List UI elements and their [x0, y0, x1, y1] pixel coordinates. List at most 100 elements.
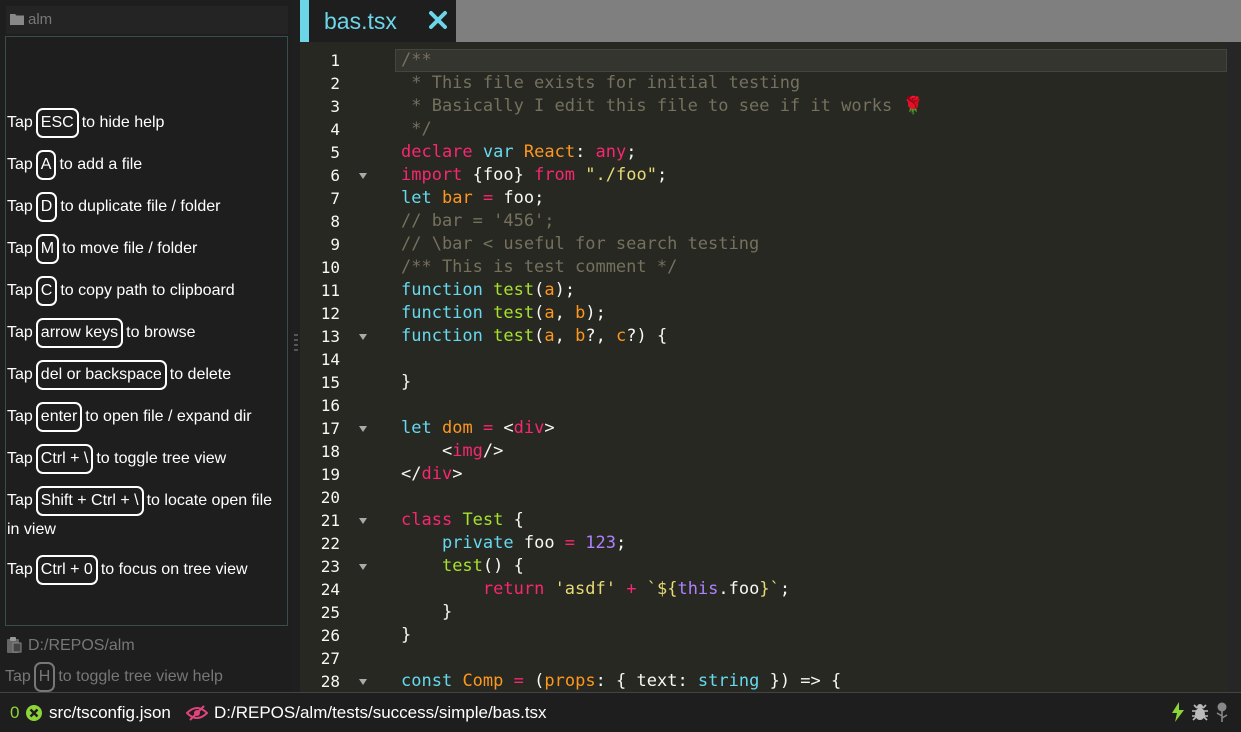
code-token: div [421, 464, 453, 484]
help-line: Tap Shift + Ctrl + \ to locate open file i… [7, 486, 279, 543]
tree-root-folder[interactable]: alm [6, 6, 288, 34]
tsconfig-path[interactable]: src/tsconfig.json [49, 703, 171, 723]
line-number: 18 [320, 442, 340, 461]
code-token: > [544, 418, 555, 438]
code-token: Comp [462, 671, 504, 691]
help-text: to delete [169, 366, 232, 383]
help-line: Tap Ctrl + 0 to focus on tree view [7, 555, 248, 585]
code-token: } [401, 602, 453, 622]
bolt-icon[interactable] [1172, 702, 1184, 722]
help-text: to hide help [81, 114, 165, 131]
help-text: to copy path to clipboard [60, 282, 235, 299]
code-token: () { [482, 556, 524, 576]
line-number: 5 [330, 143, 340, 162]
help-prefix: Tap [7, 366, 33, 383]
eye-slash-icon [186, 705, 208, 721]
line-number: 28 [320, 672, 340, 691]
fold-arrow-icon[interactable] [359, 426, 368, 432]
fold-arrow-icon[interactable] [359, 564, 368, 570]
code-token: ( [523, 671, 545, 691]
line-number: 14 [320, 350, 340, 369]
code-token: /> [482, 441, 504, 461]
help-prefix: Tap [7, 156, 33, 173]
help-line: Tap Dto duplicate file / folder [7, 192, 220, 222]
line-number: 2 [330, 74, 340, 93]
code-token: foo; [493, 188, 545, 208]
code-token: 123 [585, 533, 617, 553]
code-line: * This file exists for initial testing [401, 72, 800, 95]
error-count[interactable]: 0 [10, 703, 19, 723]
code-line: */ [401, 118, 431, 141]
code-line: private foo = 123; [401, 532, 626, 555]
bug-icon[interactable] [1190, 702, 1210, 722]
splitter-grip[interactable] [294, 334, 298, 354]
error-x-icon[interactable] [25, 704, 43, 722]
code-token: foo [513, 533, 565, 553]
code-token: * Basically I edit this file to see if i… [401, 96, 924, 116]
code-token: }) => { [759, 671, 842, 691]
help-text: to duplicate file / folder [60, 198, 221, 215]
code-line: /** [401, 49, 432, 72]
tab-title: bas.tsx [324, 8, 397, 34]
code-token: {foo} [462, 165, 535, 185]
code-token: let [401, 418, 432, 438]
line-number: 3 [330, 97, 340, 116]
tab-bas-tsx[interactable]: bas.tsx [300, 0, 456, 42]
code-token: c [616, 326, 627, 346]
line-number: 1 [330, 51, 340, 70]
code-token: </ [401, 464, 422, 484]
code-token: props [544, 671, 596, 691]
repo-path[interactable]: D:/REPOS/alm [6, 634, 135, 658]
key-badge: D [35, 192, 58, 222]
code-line: </div> [401, 463, 462, 486]
help-line: Tap Mto move file / folder [7, 234, 197, 264]
repo-path-label: D:/REPOS/alm [28, 637, 135, 654]
code-line: /** This is test comment */ [401, 256, 677, 279]
help-text: to browse [126, 324, 196, 341]
close-icon[interactable] [427, 9, 449, 31]
line-number: 22 [320, 534, 340, 553]
code-token: /** [401, 50, 432, 70]
code-token: .foo [718, 579, 760, 599]
folder-icon [10, 14, 24, 25]
code-editor[interactable]: 1 2 3 4 5 6 7 8 9 10 11 12 13 14 15 16 17 18 19 20 21 22 23 24 2… [300, 42, 1241, 692]
code-token: class [401, 510, 453, 530]
code-line: return 'asdf' + `${this.foo}`; [401, 578, 790, 601]
vertical-scrollbar[interactable] [1227, 42, 1241, 692]
help-line: Tap ESC to hide help [7, 108, 164, 138]
key-badge: enter [35, 402, 83, 432]
key-badge: A [35, 150, 57, 180]
code-token: } [401, 372, 412, 392]
code-line: declare var React: any; [401, 141, 637, 164]
fold-arrow-icon[interactable] [359, 679, 368, 685]
help-text: to open file / expand dir [85, 408, 252, 425]
help-line: Tap Ato add a file [7, 150, 142, 180]
line-number: 19 [320, 465, 340, 484]
panel-splitter[interactable] [292, 0, 300, 692]
code-token: a [544, 303, 555, 323]
key-badge: M [35, 234, 60, 264]
code-token: , [554, 326, 576, 346]
toggle-help-hint: Tap Hto toggle tree view help [5, 662, 223, 692]
code-token: = [482, 188, 494, 208]
code-line: } [401, 601, 452, 624]
fold-arrow-icon[interactable] [359, 173, 368, 179]
help-line: Tap enter to open file / expand dir [7, 402, 252, 432]
rose-icon[interactable] [1215, 702, 1229, 722]
fold-arrow-icon[interactable] [359, 334, 368, 340]
help-text: to move file / folder [62, 240, 198, 257]
code-token: return [482, 579, 545, 599]
help-prefix: Tap [7, 282, 33, 299]
fold-arrow-icon[interactable] [359, 518, 368, 524]
line-number: 16 [320, 396, 340, 415]
help-text: to toggle tree view [96, 450, 227, 467]
code-token: ; [626, 142, 637, 162]
line-number: 25 [320, 603, 340, 622]
code-token: var [482, 142, 514, 162]
code-area[interactable]: /** * This file exists for initial testi… [401, 42, 1221, 692]
active-file-path[interactable]: D:/REPOS/alm/tests/success/simple/bas.ts… [214, 703, 547, 723]
code-token: ); [585, 303, 606, 323]
